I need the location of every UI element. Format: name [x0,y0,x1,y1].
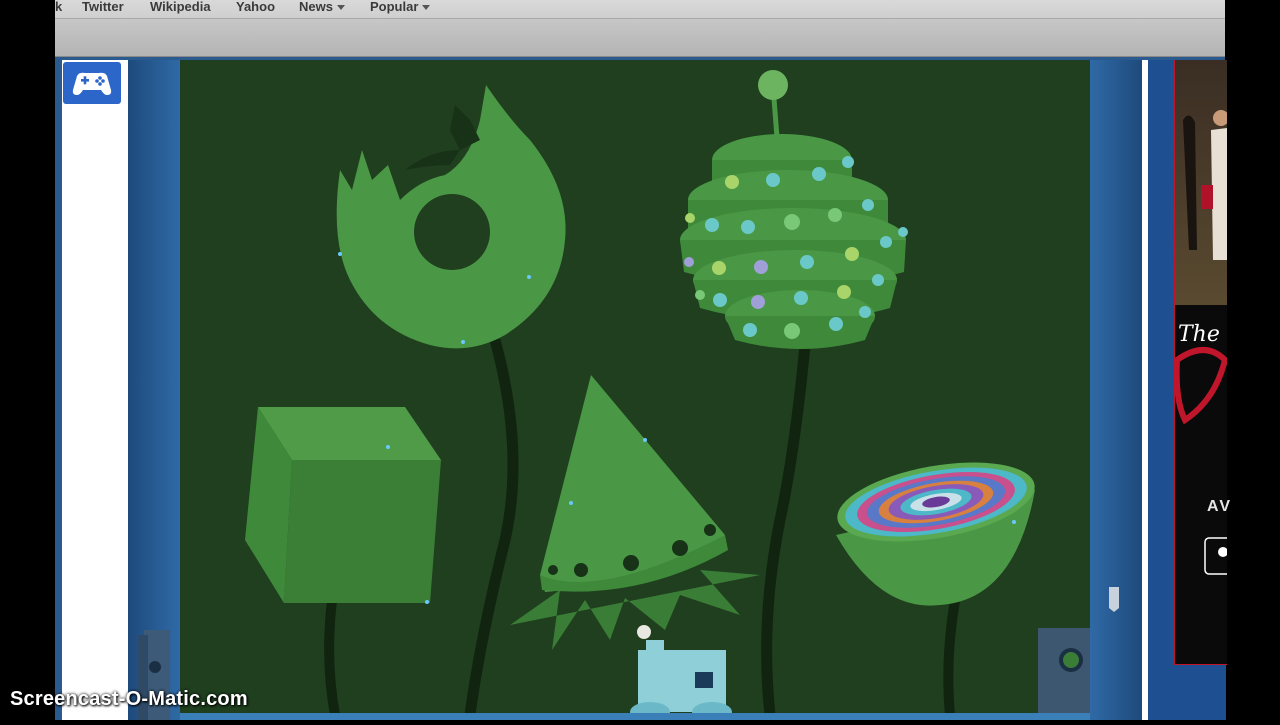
game-frame-left [128,60,180,720]
bookmark-news-menu[interactable]: News [299,0,345,16]
watermark-text: Screencast-O-Matic.com [10,688,248,710]
gamepad-icon [72,72,112,95]
speaker-left-decoration [138,630,170,720]
bookmark-twitter[interactable]: Twitter [82,0,124,16]
ad-photo [1173,60,1236,575]
games-button[interactable] [63,62,121,104]
game-frame-right [1090,60,1142,720]
chevron-down-icon [422,5,431,11]
bookmark-wikipedia[interactable]: Wikipedia [150,0,211,16]
browser-toolbar [55,19,1225,57]
ad-title-text: The [1178,322,1220,347]
bookmark-popular-label: Popular [370,0,419,14]
bookmarks-bar: k Twitter Wikipedia Yahoo News Popular [55,0,1225,19]
speaker-right-decoration [1038,628,1124,718]
bookmark-yahoo[interactable]: Yahoo [236,0,275,16]
bookmark-news-label: News [299,0,333,14]
game-bottom-bar [180,713,1090,720]
cube-shape [245,407,441,603]
screen-right-edge [1226,0,1280,720]
screen-left-edge [0,0,55,720]
ad-banner[interactable] [1173,60,1236,665]
bookmark-partial[interactable]: k [55,0,62,16]
ad-tagline: AV [1207,498,1233,515]
tag-decoration [1109,587,1119,612]
game-canvas[interactable] [180,60,1124,722]
flower-stem [324,599,340,716]
chevron-down-icon [336,5,345,11]
left-white-rail [62,60,128,720]
game-scene [180,60,1124,722]
bookmark-popular-menu[interactable]: Popular [370,0,431,16]
